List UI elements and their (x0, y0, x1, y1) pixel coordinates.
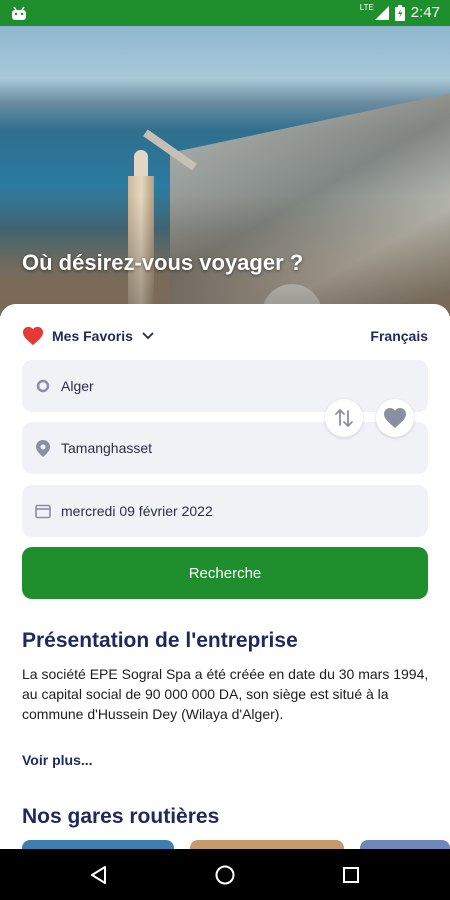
clock: 2:47 (410, 4, 440, 21)
see-more-link[interactable]: Voir plus... (22, 752, 93, 768)
battery-icon (394, 4, 405, 21)
home-button[interactable] (211, 861, 239, 889)
destination-field[interactable]: Tamanghasset (22, 422, 428, 474)
hero-title: Où désirez-vous voyager ? (22, 250, 304, 275)
heart-icon (23, 326, 43, 346)
date-value: mercredi 09 février 2022 (61, 503, 213, 519)
company-description: La société EPE Sogral Spa a été créée en… (22, 666, 429, 722)
home-icon (215, 865, 235, 885)
origin-value: Alger (61, 378, 94, 394)
favorites-label: Mes Favoris (52, 328, 133, 344)
recents-button[interactable] (337, 861, 365, 889)
location-pin-icon (35, 439, 51, 457)
language-selector[interactable]: Français (370, 328, 428, 344)
search-button[interactable]: Recherche (22, 547, 428, 599)
date-field[interactable]: mercredi 09 février 2022 (22, 485, 428, 537)
stations-title: Nos gares routières (22, 805, 220, 828)
status-bar: LTE 2:47 (0, 0, 450, 26)
swap-icon (335, 409, 353, 427)
back-button[interactable] (85, 861, 113, 889)
add-favorite-button[interactable] (376, 399, 414, 437)
destination-value: Tamanghasset (61, 440, 153, 456)
back-icon (91, 866, 106, 884)
heart-outline-icon (384, 408, 406, 428)
origin-circle-icon (35, 378, 51, 394)
calendar-icon (35, 503, 51, 519)
favorites-dropdown[interactable]: Mes Favoris (22, 326, 155, 346)
android-icon (12, 6, 26, 20)
swap-button[interactable] (325, 399, 363, 437)
chevron-down-icon (142, 332, 154, 340)
recents-icon (343, 867, 359, 883)
origin-field[interactable]: Alger (22, 360, 428, 412)
lte-signal-icon: LTE (359, 3, 389, 20)
network-label: LTE (359, 3, 374, 12)
system-nav-bar (0, 849, 450, 900)
company-title: Présentation de l'entreprise (22, 629, 298, 652)
